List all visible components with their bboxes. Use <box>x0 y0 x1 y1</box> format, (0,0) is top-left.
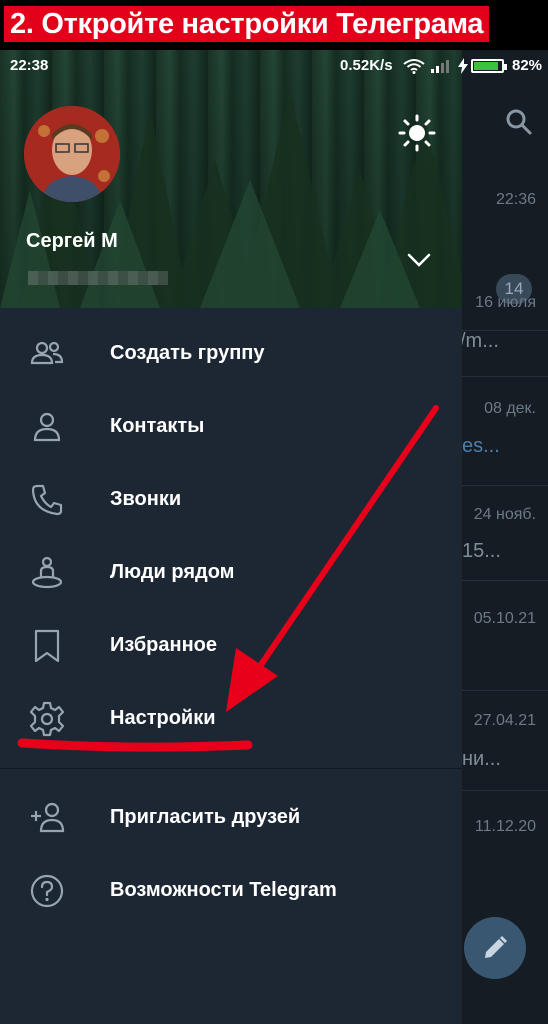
instruction-caption: 2. Откройте настройки Телеграма <box>0 0 548 50</box>
phone-screen: 22:38 0.52K/s 82% 22:36 14 16 июля /m...… <box>0 50 548 1024</box>
tutorial-arrow <box>17 405 439 752</box>
caption-text: 2. Откройте настройки Телеграма <box>4 6 490 42</box>
